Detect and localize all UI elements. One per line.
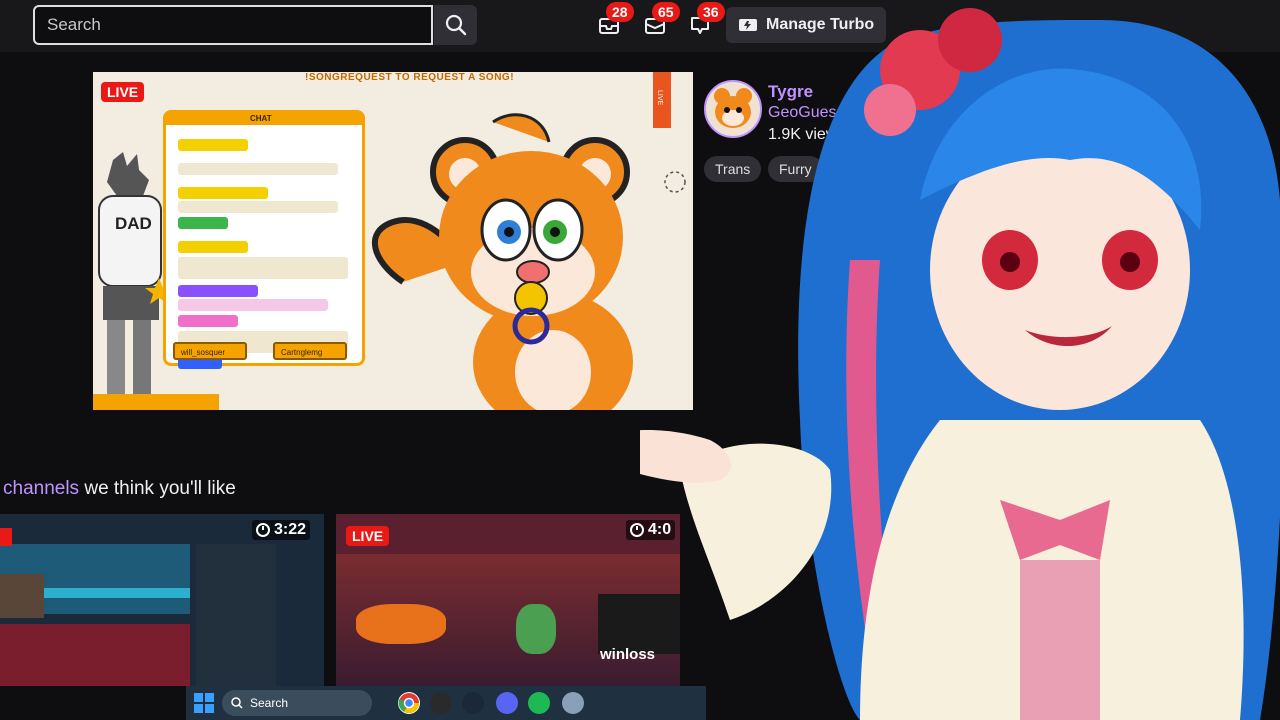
song-request-banner: !SONGREQUEST TO REQUEST A SONG! [305, 72, 515, 83]
search-button[interactable] [434, 5, 477, 45]
recommended-card-2[interactable]: LIVE winloss 4:0 [336, 514, 680, 686]
duration-text: 3:22 [274, 521, 307, 538]
taskbar-search-label: Search [250, 696, 289, 710]
inbox-button[interactable]: 28 [594, 2, 634, 40]
chat-row [178, 315, 238, 327]
webcam-feed [0, 574, 44, 618]
chat-row [178, 299, 328, 311]
live-badge-partial [0, 528, 12, 546]
chat-row [178, 163, 338, 175]
chat-row [178, 187, 268, 199]
search-icon [231, 697, 243, 709]
steam-icon[interactable] [462, 692, 484, 714]
chat-header: CHAT [250, 114, 272, 123]
chrome-logo [398, 693, 419, 713]
chat-row [178, 139, 248, 151]
chat-row [178, 257, 348, 279]
spotify-icon[interactable] [528, 692, 550, 714]
obs-icon[interactable] [430, 692, 452, 714]
search-bar [33, 5, 477, 45]
chat-row [178, 241, 248, 253]
character-sprite [516, 604, 556, 654]
corner-decor [93, 394, 219, 410]
fire-effect [356, 604, 446, 644]
live-badge: LIVE [101, 82, 145, 102]
agent-portrait [196, 544, 276, 686]
card-1-duration: 3:22 [252, 520, 311, 540]
stream-chat-overlay: CHAT [163, 110, 365, 369]
taskbar-search[interactable]: Search [222, 690, 372, 716]
wolf-character [98, 152, 165, 410]
discord-icon[interactable] [496, 692, 518, 714]
recommended-section-title: channels we think you'll like [3, 478, 236, 500]
scoreboard-panel-red [0, 624, 190, 686]
clock-icon [256, 523, 270, 537]
wolf-shirt-text: DAD [115, 214, 152, 233]
windows-taskbar: Search [186, 686, 706, 720]
windows-start-icon[interactable] [194, 693, 214, 713]
chrome-icon[interactable] [398, 692, 420, 714]
chat-row [178, 201, 338, 213]
chat-row [178, 285, 258, 297]
chat-row [178, 217, 228, 229]
section-title-rest: we think you'll like [79, 478, 236, 499]
stream-preview[interactable]: LIVE !SONGREQUEST TO REQUEST A SONG! LIV… [93, 72, 693, 410]
chat-overlay-button-right: Cartnglemg [273, 342, 347, 360]
settings-icon[interactable] [562, 692, 584, 714]
vtuber-avatar [640, 8, 1280, 720]
card-2-live-badge: LIVE [346, 526, 390, 546]
section-title-highlight: channels [3, 478, 80, 499]
search-icon [445, 14, 466, 36]
inbox-badge: 28 [606, 2, 634, 22]
search-input[interactable] [33, 5, 433, 45]
recommended-card-1[interactable]: 3:22 [0, 514, 324, 686]
tiger-character [371, 113, 633, 410]
chat-overlay-button-left: will_sosquer [173, 342, 247, 360]
